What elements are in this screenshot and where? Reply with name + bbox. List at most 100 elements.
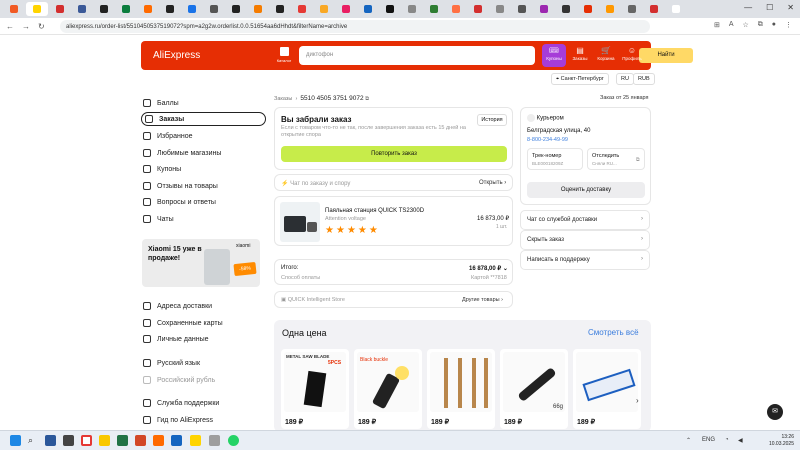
app-icon[interactable]: [153, 435, 164, 446]
star-icon[interactable]: ★: [336, 225, 345, 236]
profile-button[interactable]: ☺ Профиль: [620, 44, 644, 67]
whatsapp-icon[interactable]: [228, 435, 239, 446]
city-selector[interactable]: ⌖ Санкт-Петербург: [551, 73, 609, 85]
delivery-phone[interactable]: 8-800-234-49-99: [527, 137, 568, 143]
browser-tab[interactable]: [314, 2, 334, 16]
browser-tab[interactable]: [512, 2, 532, 16]
store-name[interactable]: ▣ QUICK Intelligent Store: [281, 297, 345, 303]
explorer-icon[interactable]: [99, 435, 110, 446]
sidebar-item-reviews[interactable]: Отзывы на товары: [143, 179, 218, 193]
sidebar-item-points[interactable]: Баллы: [143, 96, 179, 110]
total-value[interactable]: 16 878,00 ₽ ⌄: [469, 265, 508, 272]
maximize-icon[interactable]: ☐: [766, 3, 773, 12]
extension-icon[interactable]: ⧉: [758, 21, 763, 29]
browser-tab[interactable]: [4, 2, 24, 16]
browser-tab[interactable]: [292, 2, 312, 16]
menu-icon[interactable]: ⋮: [785, 21, 792, 29]
store-row[interactable]: ▣ QUICK Intelligent Store Другие товары …: [274, 291, 513, 308]
browser-tab[interactable]: [556, 2, 576, 16]
app-icon[interactable]: [209, 435, 220, 446]
search-input[interactable]: диктофон Найти: [299, 46, 693, 65]
product-tile[interactable]: 66g 189 ₽: [500, 349, 568, 429]
star-icon[interactable]: ★: [358, 225, 367, 236]
search-button[interactable]: Найти: [639, 48, 693, 63]
product-tile[interactable]: 189 ₽: [427, 349, 495, 429]
repeat-order-button[interactable]: Повторить заказ: [281, 146, 507, 162]
rate-delivery-button[interactable]: Оценить доставку: [527, 182, 645, 198]
copy-icon[interactable]: ⧉: [365, 96, 369, 102]
breadcrumb-orders[interactable]: Заказы: [274, 96, 292, 102]
support-link[interactable]: Написать в поддержку ›: [520, 250, 650, 270]
see-all-link[interactable]: Смотреть всё: [588, 328, 639, 337]
reload-icon[interactable]: ↻: [38, 22, 45, 31]
browser-tab[interactable]: [26, 2, 48, 16]
browser-tab[interactable]: [534, 2, 554, 16]
word-icon[interactable]: [45, 435, 56, 446]
browser-tab[interactable]: [644, 2, 664, 16]
cart-button[interactable]: 🛒 Корзина: [594, 44, 618, 67]
product-tile[interactable]: METAL SAW BLADE 5PCS 189 ₽: [281, 349, 349, 429]
product-tile[interactable]: 189 ₽: [573, 349, 641, 429]
translate-icon[interactable]: A: [729, 21, 734, 29]
browser-tab[interactable]: [468, 2, 488, 16]
rating-stars[interactable]: ★ ★ ★ ★ ★: [325, 225, 378, 236]
sidebar-item-coupons[interactable]: Купоны: [143, 162, 181, 176]
sidebar-item-cards[interactable]: Сохраненные карты: [143, 316, 223, 330]
app-icon[interactable]: [171, 435, 182, 446]
sidebar-item-questions[interactable]: Вопросы и ответы: [143, 195, 216, 209]
chat-fab-icon[interactable]: ✉: [767, 404, 783, 420]
browser-tab[interactable]: [204, 2, 224, 16]
profile-icon[interactable]: ●: [772, 21, 776, 29]
star-icon[interactable]: ☆: [742, 21, 748, 29]
close-icon[interactable]: ✕: [787, 3, 794, 12]
minimize-icon[interactable]: —: [744, 3, 752, 12]
browser-tab[interactable]: [50, 2, 70, 16]
sidebar-item-personal[interactable]: Личные данные: [143, 332, 209, 346]
powerpoint-icon[interactable]: [135, 435, 146, 446]
browser-tab[interactable]: [248, 2, 268, 16]
chat-open-link[interactable]: Открыть ›: [479, 180, 506, 186]
sidebar-item-language[interactable]: Русский язык: [143, 356, 200, 370]
install-icon[interactable]: ⊞: [714, 21, 720, 29]
language-indicator[interactable]: ENG: [702, 437, 715, 443]
browser-tab[interactable]: [226, 2, 246, 16]
back-icon[interactable]: ←: [6, 22, 14, 31]
chat-row[interactable]: ⚡ Чат по заказу и спору Открыть ›: [274, 174, 513, 191]
browser-tab[interactable]: [358, 2, 378, 16]
sidebar-item-support[interactable]: Служба поддержки: [143, 396, 219, 410]
forward-icon[interactable]: →: [22, 22, 30, 31]
track-number-box[interactable]: Трек-номер BLE00018209Z: [527, 148, 583, 170]
product-card[interactable]: Паяльная станция QUICK TS2300D Attention…: [274, 196, 513, 246]
url-input[interactable]: aliexpress.ru/order-list/551045053751907…: [60, 20, 650, 33]
chevron-right-icon[interactable]: ›: [636, 396, 639, 405]
browser-tab[interactable]: [666, 2, 686, 16]
tray-up-icon[interactable]: ⌃: [686, 437, 691, 444]
browser-tab[interactable]: [578, 2, 598, 16]
browser-tab[interactable]: [116, 2, 136, 16]
courier-chat-link[interactable]: Чат со службой доставки ›: [520, 210, 650, 230]
sidebar-item-stores[interactable]: Любимые магазины: [143, 146, 221, 160]
star-icon[interactable]: ★: [325, 225, 334, 236]
currency-selector[interactable]: RUB: [633, 73, 655, 85]
widgets-icon[interactable]: [63, 435, 74, 446]
hide-order-link[interactable]: Скрыть заказ ›: [520, 230, 650, 250]
browser-tab[interactable]: [182, 2, 202, 16]
chrome-icon[interactable]: [81, 435, 92, 446]
language-selector[interactable]: RU: [616, 73, 634, 85]
browser-tab[interactable]: [160, 2, 180, 16]
coupons-button[interactable]: 🎟 Купоны: [542, 44, 566, 67]
orders-button[interactable]: ▤ Заказы: [568, 44, 592, 67]
star-icon[interactable]: ★: [369, 225, 378, 236]
browser-tab[interactable]: [424, 2, 444, 16]
browser-tab[interactable]: [622, 2, 642, 16]
browser-tab[interactable]: [270, 2, 290, 16]
catalog-button[interactable]: Каталог: [273, 45, 295, 66]
track-follow-box[interactable]: Отследить Сняли RU... ⧉: [587, 148, 645, 170]
clock[interactable]: 13:26 10.03.2025: [769, 434, 794, 448]
sidebar-item-currency[interactable]: Российский рубль: [143, 373, 215, 387]
app-icon[interactable]: [190, 435, 201, 446]
sidebar-item-addresses[interactable]: Адреса доставки: [143, 299, 212, 313]
volume-icon[interactable]: ◀: [738, 437, 743, 444]
browser-tab[interactable]: [402, 2, 422, 16]
product-title[interactable]: Паяльная станция QUICK TS2300D: [325, 208, 424, 214]
